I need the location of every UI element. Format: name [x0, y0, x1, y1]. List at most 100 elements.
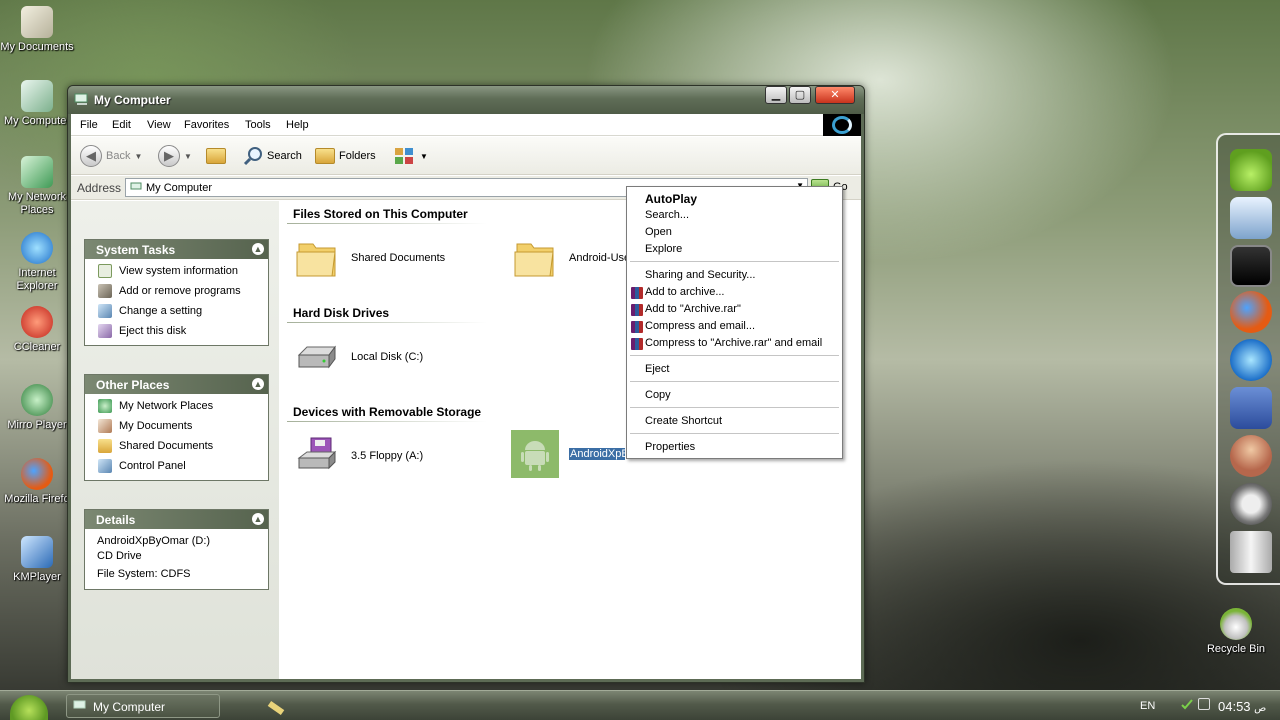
network-icon[interactable]: [1180, 697, 1193, 710]
group-files-stored: Files Stored on This Computer: [293, 207, 468, 221]
menu-tools[interactable]: Tools: [245, 119, 271, 131]
details-name: AndroidXpByOmar (D:): [97, 535, 211, 547]
ctx-compress-email[interactable]: Compress and email...: [645, 320, 755, 332]
task-change-setting[interactable]: Change a setting: [85, 301, 268, 321]
firefox-icon: [21, 458, 53, 490]
minimize-button[interactable]: ▁: [765, 86, 787, 104]
desktop-icon-ccleaner[interactable]: CCleaner: [0, 306, 74, 354]
system-info-icon: [98, 264, 112, 278]
other-places-header[interactable]: Other Places ▲: [85, 375, 268, 394]
desktop-icon-recycle-bin[interactable]: Recycle Bin: [1198, 608, 1274, 656]
ctx-properties[interactable]: Properties: [645, 441, 695, 453]
task-eject-disk[interactable]: Eject this disk: [85, 321, 268, 341]
window-titlebar[interactable]: My Computer ▁ ▢ ✕: [68, 86, 864, 114]
taskbar-button-my-computer[interactable]: My Computer: [66, 694, 220, 718]
internet-explorer-icon: [21, 232, 53, 264]
close-button[interactable]: ✕: [815, 86, 855, 104]
facebook-icon[interactable]: [1230, 387, 1272, 429]
system-tasks-panel: System Tasks ▲ View system information A…: [84, 239, 269, 346]
computer-icon[interactable]: [1230, 197, 1272, 239]
desktop-icon-my-network-places[interactable]: My Network Places: [0, 156, 74, 217]
floppy-drive-icon: [297, 437, 337, 470]
item-android-cd-d[interactable]: AndroidXpBy: [511, 430, 625, 480]
place-my-documents[interactable]: My Documents: [85, 416, 268, 436]
address-label: Address: [77, 181, 122, 195]
menu-favorites[interactable]: Favorites: [184, 119, 229, 131]
menu-edit[interactable]: Edit: [112, 119, 131, 131]
chevron-down-icon: ▼: [420, 151, 428, 161]
ctx-add-to-archive-rar[interactable]: Add to "Archive.rar": [645, 303, 741, 315]
desktop-icon-my-computer[interactable]: My Computer: [0, 80, 74, 128]
views-button[interactable]: ▼: [394, 144, 428, 168]
place-control-panel[interactable]: Control Panel: [85, 456, 268, 476]
back-button[interactable]: ◀ Back ▼: [80, 144, 142, 168]
ctx-search[interactable]: Search...: [645, 209, 689, 221]
ctx-add-to-archive[interactable]: Add to archive...: [645, 286, 725, 298]
other-places-panel: Other Places ▲ My Network Places My Docu…: [84, 374, 269, 481]
ctx-compress-to-archive-email[interactable]: Compress to "Archive.rar" and email: [645, 337, 822, 349]
ctx-autoplay[interactable]: AutoPlay: [645, 192, 697, 206]
ctx-copy[interactable]: Copy: [645, 389, 671, 401]
folders-button[interactable]: Folders: [315, 144, 376, 168]
maximize-button[interactable]: ▢: [789, 86, 811, 104]
collapse-icon[interactable]: ▲: [252, 243, 264, 255]
trash-icon[interactable]: [1230, 531, 1272, 573]
menu-view[interactable]: View: [147, 119, 171, 131]
taskbar: My Computer EN 04:53 ص: [0, 690, 1280, 720]
volume-icon[interactable]: [1198, 698, 1210, 710]
item-floppy-a[interactable]: 3.5 Floppy (A:): [293, 432, 473, 482]
desktop-icon-internet-explorer[interactable]: Internet Explorer: [0, 232, 74, 293]
desktop-icon-kmplayer[interactable]: KMPlayer: [0, 536, 74, 584]
details-header[interactable]: Details ▲: [85, 510, 268, 529]
folder-icon: [514, 243, 554, 277]
menu-help[interactable]: Help: [286, 119, 309, 131]
ctx-open[interactable]: Open: [645, 226, 672, 238]
group-divider: [287, 322, 487, 323]
tablet-icon[interactable]: [1230, 245, 1272, 287]
item-shared-documents[interactable]: Shared Documents: [293, 234, 473, 284]
settings-icon[interactable]: [1230, 483, 1272, 525]
my-computer-icon: [21, 80, 53, 112]
context-menu: AutoPlay Search... Open Explore Sharing …: [626, 186, 843, 459]
firefox-icon[interactable]: [1230, 291, 1272, 333]
place-shared-documents[interactable]: Shared Documents: [85, 436, 268, 456]
details-filesystem: File System: CDFS: [97, 568, 191, 580]
collapse-icon[interactable]: ▲: [252, 378, 264, 390]
language-indicator[interactable]: EN: [1140, 700, 1155, 712]
collapse-icon[interactable]: ▲: [252, 513, 264, 525]
group-hard-disk-drives: Hard Disk Drives: [293, 306, 390, 320]
chevron-down-icon: ▼: [134, 151, 143, 161]
item-android-user[interactable]: Android-Use: [511, 234, 631, 284]
kmplayer-icon: [21, 536, 53, 568]
clock[interactable]: 04:53 ص: [1218, 699, 1266, 714]
item-local-disk-c[interactable]: Local Disk (C:): [293, 333, 473, 383]
android-icon[interactable]: [1230, 149, 1272, 191]
menu-file[interactable]: File: [80, 119, 98, 131]
up-button[interactable]: [206, 144, 226, 168]
android-icon: [511, 430, 559, 478]
task-add-remove-programs[interactable]: Add or remove programs: [85, 281, 268, 301]
network-places-icon: [98, 399, 112, 413]
user-icon[interactable]: [1230, 435, 1272, 477]
desktop-icon-mozilla-firefox[interactable]: Mozilla Firefo: [0, 458, 74, 506]
details-panel: Details ▲ AndroidXpByOmar (D:) CD Drive …: [84, 509, 269, 590]
my-computer-icon: [73, 700, 86, 709]
search-button[interactable]: Search: [243, 144, 302, 168]
ctx-explore[interactable]: Explore: [645, 243, 682, 255]
forward-arrow-icon: ▶: [158, 145, 180, 167]
add-remove-programs-icon: [98, 284, 112, 298]
start-button[interactable]: [10, 695, 48, 720]
forward-button[interactable]: ▶ ▼: [158, 144, 192, 168]
desktop-icon-my-documents[interactable]: My Documents: [0, 6, 74, 54]
ctx-create-shortcut[interactable]: Create Shortcut: [645, 415, 722, 427]
internet-explorer-icon[interactable]: [1230, 339, 1272, 381]
ctx-sharing-security[interactable]: Sharing and Security...: [645, 269, 755, 281]
folder-icon: [315, 148, 335, 164]
ctx-eject[interactable]: Eject: [645, 363, 669, 375]
task-view-system-information[interactable]: View system information: [85, 261, 268, 281]
system-tasks-header[interactable]: System Tasks ▲: [85, 240, 268, 259]
place-my-network-places[interactable]: My Network Places: [85, 396, 268, 416]
toolbar: ◀ Back ▼ ▶ ▼ Search Folders ▼: [71, 137, 861, 175]
my-computer-icon: [130, 182, 142, 190]
desktop-icon-mirro-player[interactable]: Mirro Player: [0, 384, 74, 432]
